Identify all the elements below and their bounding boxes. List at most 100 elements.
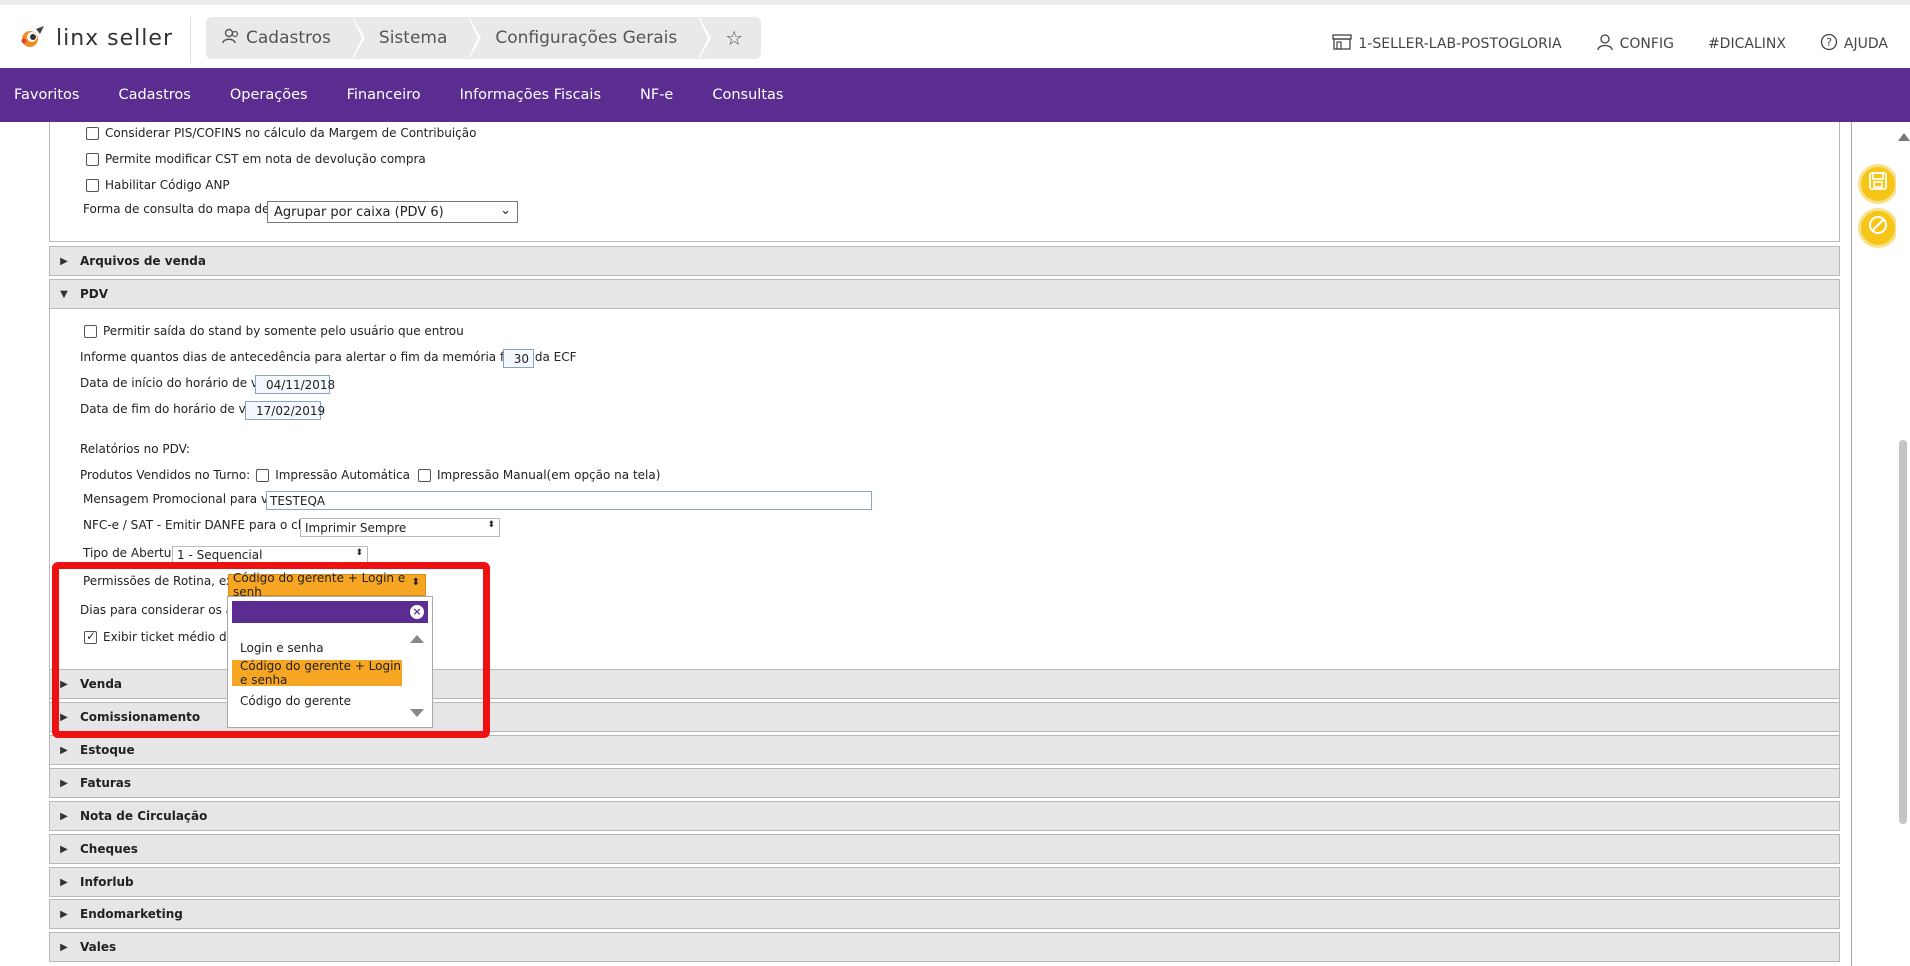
produtos-turno-row: Produtos Vendidos no Turno: Impressão Au… — [80, 468, 660, 482]
produtos-turno-label: Produtos Vendidos no Turno: — [80, 468, 251, 482]
section-title: Endomarketing — [80, 907, 183, 921]
expand-arrow-icon: ▶ — [60, 908, 68, 920]
cb-cst-row: Permite modificar CST em nota de devoluç… — [86, 152, 426, 166]
cb-impressao-automatica[interactable] — [256, 468, 270, 482]
nav-informacoes-fiscais[interactable]: Informações Fiscais — [460, 87, 601, 103]
standby-label: Permitir saída do stand by somente pelo … — [103, 324, 464, 338]
nav-cadastros[interactable]: Cadastros — [118, 87, 190, 103]
section-title: Nota de Circulação — [80, 809, 208, 823]
main-nav: Favoritos Cadastros Operações Financeiro… — [0, 68, 1910, 122]
section-title: Arquivos de venda — [80, 254, 206, 268]
impressao-manual-label: Impressão Manual(em opção na tela) — [437, 468, 661, 482]
section-title: Cheques — [80, 842, 138, 856]
breadcrumb-sistema[interactable]: Sistema — [353, 17, 482, 59]
pista-select-value: Agrupar por caixa (PDV 6) — [274, 204, 444, 220]
header-divider — [190, 17, 191, 63]
star-icon: ☆ — [725, 26, 744, 50]
select-arrows-icon: ⬍ — [355, 548, 363, 558]
abertura-select[interactable]: 1 - Sequencial ⬍ — [172, 546, 368, 563]
fim-verao-row: Data de fim do horário de verão — [80, 402, 273, 416]
top-header: linx seller Cadastros Sistema Configuraç… — [0, 0, 1910, 68]
section-title: Vales — [80, 940, 117, 954]
nav-financeiro[interactable]: Financeiro — [347, 87, 421, 103]
scroll-up-arrow-icon[interactable] — [1898, 133, 1910, 141]
dicalinx-link[interactable]: #DICALINX — [1708, 36, 1786, 52]
expand-arrow-icon: ▶ — [60, 777, 68, 789]
fim-verao-input[interactable]: 17/02/2019 — [245, 401, 325, 420]
breadcrumb-configuracoes[interactable]: Configurações Gerais — [469, 17, 712, 59]
expand-arrow-icon: ▶ — [60, 810, 68, 822]
dias-ecf-input[interactable]: 30 — [503, 349, 534, 368]
cb-modificar-cst[interactable] — [86, 152, 99, 166]
user-icon — [1596, 33, 1614, 55]
abertura-value: 1 - Sequencial — [177, 547, 263, 562]
nav-favoritos[interactable]: Favoritos — [14, 87, 79, 103]
section-title: Estoque — [80, 743, 135, 757]
relatorios-label: Relatórios no PDV: — [80, 442, 190, 456]
section-cheques[interactable]: ▶ Cheques — [49, 834, 1840, 864]
nfce-label: NFC-e / SAT - Emitir DANFE para o client… — [83, 518, 332, 532]
collapse-arrow-icon: ▼ — [60, 288, 68, 300]
config-label: CONFIG — [1619, 36, 1674, 52]
help-link[interactable]: ? AJUDA — [1820, 33, 1888, 55]
msg-promo-input[interactable]: TESTEQA — [266, 491, 872, 510]
section-title: PDV — [80, 287, 109, 301]
section-endomarketing[interactable]: ▶ Endomarketing — [49, 899, 1840, 929]
nfce-row: NFC-e / SAT - Emitir DANFE para o client… — [83, 518, 332, 532]
cb-pis-cofins-row: Considerar PIS/COFINS no cálculo da Marg… — [86, 126, 476, 140]
expand-arrow-icon: ▶ — [60, 843, 68, 855]
section-nota-de-circulacao[interactable]: ▶ Nota de Circulação — [49, 801, 1840, 831]
section-estoque[interactable]: ▶ Estoque — [49, 735, 1840, 765]
breadcrumb: Cadastros Sistema Configurações Gerais ☆ — [206, 17, 762, 59]
cb-anp-row: Habilitar Código ANP — [86, 178, 230, 192]
section-vales[interactable]: ▶ Vales — [49, 932, 1840, 962]
relatorios-row: Relatórios no PDV: — [80, 442, 190, 456]
fim-verao-value: 17/02/2019 — [256, 403, 326, 418]
nav-consultas[interactable]: Consultas — [712, 87, 783, 103]
cb-pis-cofins-label: Considerar PIS/COFINS no cálculo da Marg… — [105, 126, 477, 140]
chevron-down-icon: ⌄ — [500, 203, 511, 218]
store-name: 1-SELLER-LAB-POSTOGLORIA — [1358, 36, 1562, 52]
scrollbar-thumb[interactable] — [1899, 440, 1907, 824]
red-highlight-box — [52, 562, 490, 738]
cb-pis-cofins[interactable] — [86, 126, 99, 140]
logo[interactable]: linx seller — [18, 23, 173, 53]
abertura-label: Tipo de Abertura — [83, 546, 184, 560]
select-arrows-icon: ⬍ — [487, 520, 495, 530]
section-inforlub[interactable]: ▶ Inforlub — [49, 867, 1840, 897]
store-icon — [1332, 34, 1353, 54]
cb-codigo-anp[interactable] — [86, 178, 99, 192]
section-pdv[interactable]: ▼ PDV — [49, 279, 1840, 309]
expand-arrow-icon: ▶ — [60, 941, 68, 953]
cb-impressao-manual[interactable] — [418, 468, 432, 482]
standby-row: Permitir saída do stand by somente pelo … — [84, 324, 464, 338]
inicio-verao-input[interactable]: 04/11/2018 — [255, 375, 335, 394]
expand-arrow-icon: ▶ — [60, 744, 68, 756]
logo-text: linx seller — [56, 25, 173, 51]
cb-standby[interactable] — [84, 324, 97, 338]
users-icon — [222, 28, 240, 48]
save-button[interactable] — [1858, 164, 1898, 204]
cancel-button[interactable] — [1858, 208, 1898, 248]
expand-arrow-icon: ▶ — [60, 876, 68, 888]
nfce-select[interactable]: Imprimir Sempre ⬍ — [300, 518, 500, 537]
help-label: AJUDA — [1843, 36, 1888, 52]
nav-nfe[interactable]: NF-e — [640, 87, 673, 103]
cancel-icon — [1867, 214, 1889, 242]
svg-text:?: ? — [1826, 36, 1832, 49]
pista-select[interactable]: Agrupar por caixa (PDV 6) ⌄ — [267, 201, 518, 223]
settings-content: Considerar PIS/COFINS no cálculo da Marg… — [0, 122, 1890, 966]
section-arquivos-de-venda[interactable]: ▶ Arquivos de venda — [49, 246, 1840, 276]
nav-operacoes[interactable]: Operações — [230, 87, 308, 103]
breadcrumb-cadastros[interactable]: Cadastros — [206, 17, 365, 59]
breadcrumb-label: Cadastros — [246, 28, 331, 48]
section-title: Inforlub — [80, 875, 134, 889]
section-faturas[interactable]: ▶ Faturas — [49, 768, 1840, 798]
breadcrumb-label: Configurações Gerais — [495, 28, 678, 48]
fim-verao-label: Data de fim do horário de verão — [80, 402, 273, 416]
cb-codigo-anp-label: Habilitar Código ANP — [105, 178, 230, 192]
impressao-automatica-label: Impressão Automática — [275, 468, 411, 482]
save-icon — [1868, 171, 1888, 197]
config-link[interactable]: CONFIG — [1596, 33, 1674, 55]
store-selector[interactable]: 1-SELLER-LAB-POSTOGLORIA — [1332, 34, 1562, 54]
